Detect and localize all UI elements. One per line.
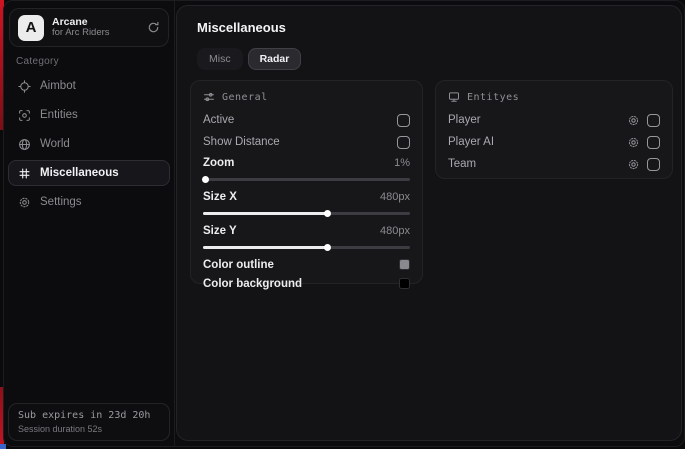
brand-avatar: A: [18, 15, 44, 41]
setting-label: Active: [203, 114, 234, 126]
slider-thumb[interactable]: [324, 210, 331, 217]
sidebar-item-label: World: [40, 138, 70, 150]
sidebar-item-world[interactable]: World: [8, 131, 170, 157]
subscription-info-card: Sub expires in 23d 20h Session duration …: [8, 403, 170, 441]
monitor-icon: [448, 91, 460, 103]
entity-row-player-ai: Player AI: [448, 131, 660, 153]
entity-label: Team: [448, 158, 476, 170]
sidebar-item-label: Miscellaneous: [40, 167, 119, 179]
app-window: A Arcane for Arc Riders Category: [3, 0, 685, 447]
setting-label: Color background: [203, 278, 302, 290]
sidebar-item-settings[interactable]: Settings: [8, 189, 170, 215]
setting-row-active: Active: [203, 109, 410, 131]
sidebar-item-label: Entities: [40, 109, 78, 121]
slider-thumb[interactable]: [202, 176, 209, 183]
setting-label: Size X: [203, 191, 237, 203]
sidebar-item-aimbot[interactable]: Aimbot: [8, 73, 170, 99]
active-checkbox[interactable]: [397, 114, 410, 127]
general-card-title: General: [222, 92, 268, 103]
brand-subtitle: for Arc Riders: [52, 28, 139, 39]
slider-track: [203, 178, 410, 181]
zoom-value: 1%: [394, 157, 410, 169]
entities-card-title: Entityes: [467, 92, 519, 103]
category-label: Category: [16, 56, 59, 67]
general-card-header: General: [203, 91, 410, 103]
slider-fill: [203, 246, 327, 249]
globe-icon: [18, 138, 31, 151]
gear-icon[interactable]: [627, 158, 640, 171]
sidebar-item-entities[interactable]: Entities: [8, 102, 170, 128]
tab-misc[interactable]: Misc: [197, 48, 243, 70]
setting-label: Size Y: [203, 225, 237, 237]
refresh-icon[interactable]: [147, 21, 160, 34]
setting-row-show-distance: Show Distance: [203, 131, 410, 153]
gear-icon[interactable]: [627, 114, 640, 127]
zoom-slider[interactable]: [203, 174, 410, 184]
team-checkbox[interactable]: [647, 158, 660, 171]
entities-card: Entityes Player Player AI: [435, 80, 673, 179]
gear-icon[interactable]: [627, 136, 640, 149]
setting-row-zoom: Zoom 1%: [203, 153, 410, 173]
session-duration-text: Session duration 52s: [18, 423, 160, 435]
gear-icon: [18, 196, 31, 209]
slider-fill: [203, 178, 205, 181]
main-panel: Miscellaneous Misc Radar General Active: [176, 5, 682, 441]
sidebar: A Arcane for Arc Riders Category: [4, 1, 175, 446]
crosshair-icon: [18, 80, 31, 93]
size-x-slider[interactable]: [203, 208, 410, 218]
entities-card-header: Entityes: [448, 91, 660, 103]
page-title: Miscellaneous: [197, 20, 286, 35]
setting-row-color-outline: Color outline: [203, 255, 410, 274]
sidebar-item-miscellaneous[interactable]: Miscellaneous: [8, 160, 170, 186]
brand-text: Arcane for Arc Riders: [52, 16, 139, 39]
color-background-swatch[interactable]: [399, 278, 410, 289]
sub-expiry-text: Sub expires in 23d 20h: [18, 409, 160, 423]
player-checkbox[interactable]: [647, 114, 660, 127]
size-y-value: 480px: [380, 225, 410, 237]
setting-row-color-background: Color background: [203, 274, 410, 293]
size-y-slider[interactable]: [203, 242, 410, 252]
entity-row-player: Player: [448, 109, 660, 131]
setting-label: Zoom: [203, 157, 234, 169]
tab-bar: Misc Radar: [197, 48, 301, 70]
brand-card: A Arcane for Arc Riders: [9, 8, 169, 47]
sidebar-items: Aimbot Entities: [8, 73, 170, 218]
slider-thumb[interactable]: [324, 244, 331, 251]
grid-icon: [18, 167, 31, 180]
color-outline-swatch[interactable]: [399, 259, 410, 270]
player-ai-checkbox[interactable]: [647, 136, 660, 149]
entity-label: Player: [448, 114, 481, 126]
tab-radar[interactable]: Radar: [248, 48, 302, 70]
setting-row-size-x: Size X 480px: [203, 187, 410, 207]
entity-row-team: Team: [448, 153, 660, 175]
entity-label: Player AI: [448, 136, 494, 148]
setting-row-size-y: Size Y 480px: [203, 221, 410, 241]
general-card: General Active Show Distance Zoom 1%: [190, 80, 423, 284]
sidebar-item-label: Aimbot: [40, 80, 76, 92]
setting-label: Show Distance: [203, 136, 280, 148]
size-x-value: 480px: [380, 191, 410, 203]
scan-eye-icon: [18, 109, 31, 122]
sidebar-item-label: Settings: [40, 196, 82, 208]
slider-fill: [203, 212, 327, 215]
sliders-icon: [203, 91, 215, 103]
setting-label: Color outline: [203, 259, 274, 271]
show-distance-checkbox[interactable]: [397, 136, 410, 149]
